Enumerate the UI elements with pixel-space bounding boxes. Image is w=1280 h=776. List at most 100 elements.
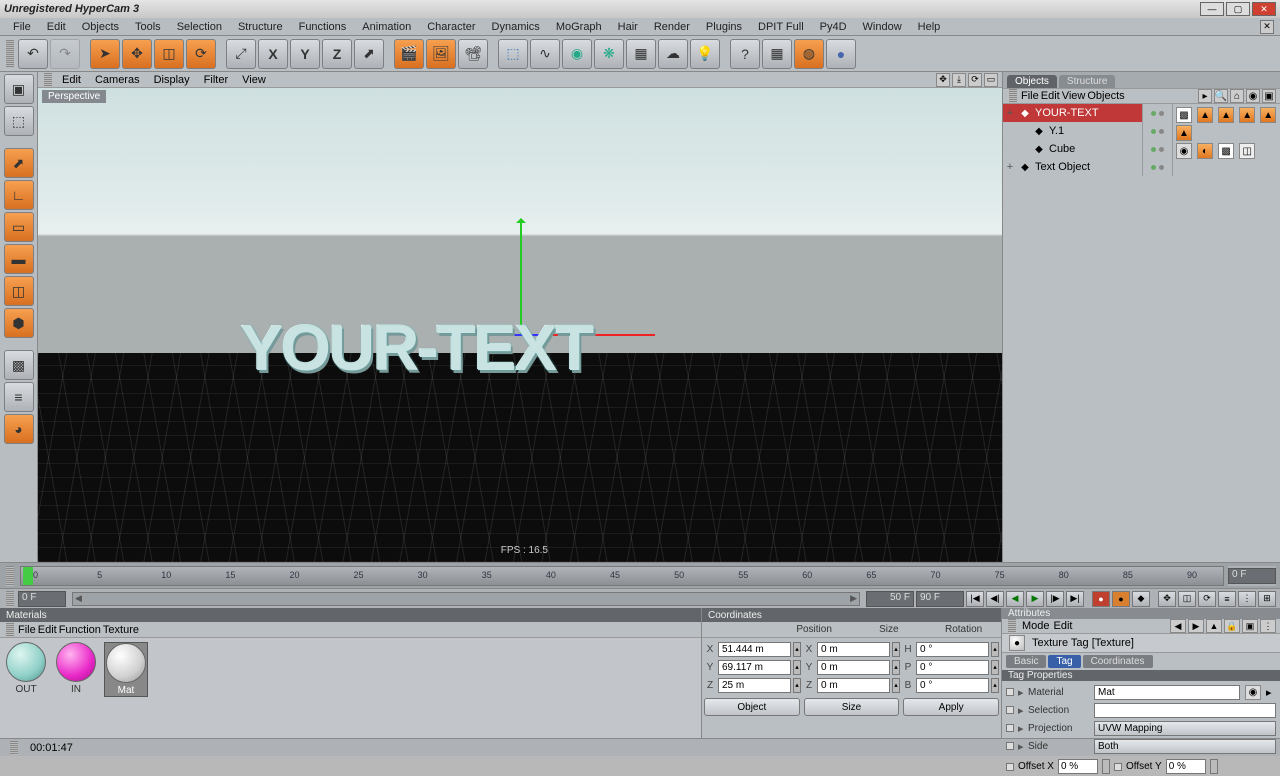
range-end-field[interactable]: 90 F <box>916 591 964 607</box>
view-menu-view[interactable]: View <box>236 74 272 86</box>
coord-field[interactable]: 69.117 m <box>718 660 791 675</box>
menu-structure[interactable]: Structure <box>231 20 290 34</box>
obj-menu-objects[interactable]: Objects <box>1087 90 1124 102</box>
menu-help[interactable]: Help <box>911 20 948 34</box>
edge-mode-button[interactable]: ▭ <box>4 212 34 242</box>
key-scale-button[interactable]: ◫ <box>1178 591 1196 607</box>
obj-expand-icon[interactable]: ▣ <box>1262 89 1276 103</box>
attr-nav-back[interactable]: ◀ <box>1170 619 1186 633</box>
material-link-icon[interactable]: ◉ <box>1245 685 1261 700</box>
obj-search-icon[interactable]: 🔍 <box>1214 89 1228 103</box>
tag-icon[interactable]: ◉ <box>1176 143 1192 159</box>
attr-nav-menu[interactable]: ⋮ <box>1260 619 1276 633</box>
key-param-button[interactable]: ≡ <box>1218 591 1236 607</box>
coord-field[interactable]: 25 m <box>718 678 791 693</box>
content-browser-button[interactable]: ◍ <box>794 39 824 69</box>
camera-light-button[interactable]: 💡 <box>690 39 720 69</box>
prop-field[interactable]: UVW Mapping <box>1094 721 1276 736</box>
object-row[interactable]: +◆Text Object <box>1003 158 1142 176</box>
model-mode-button[interactable]: ⬚ <box>4 106 34 136</box>
obj-nav-button[interactable]: ▸ <box>1198 89 1212 103</box>
environment-button[interactable]: ☁ <box>658 39 688 69</box>
menu-objects[interactable]: Objects <box>75 20 126 34</box>
tag-phong-icon[interactable]: ▲ <box>1239 107 1255 123</box>
coord-apply-button[interactable]: Apply <box>903 698 999 716</box>
object-row[interactable]: ◆Y.1 <box>1003 122 1142 140</box>
key-opt2-button[interactable]: ⊞ <box>1258 591 1276 607</box>
object-visibility-dots[interactable] <box>1143 104 1172 122</box>
menu-render[interactable]: Render <box>647 20 697 34</box>
timeline-ruler[interactable]: 051015202530354045505560657075808590 <box>20 566 1224 586</box>
z-axis-button[interactable]: Z <box>322 39 352 69</box>
close-button[interactable]: ✕ <box>1252 2 1276 16</box>
menu-file[interactable]: File <box>6 20 38 34</box>
object-visibility-dots[interactable] <box>1143 122 1172 140</box>
attr-nav-fwd[interactable]: ▶ <box>1188 619 1204 633</box>
mat-menu-texture[interactable]: Texture <box>103 624 139 636</box>
tag-phong-icon[interactable]: ▲ <box>1260 107 1276 123</box>
x-axis-button[interactable]: X <box>258 39 288 69</box>
mat-menu-function[interactable]: Function <box>59 624 101 636</box>
attr-tab-coordinates[interactable]: Coordinates <box>1083 655 1153 668</box>
tag-icon[interactable]: ◐ <box>1197 143 1213 159</box>
render-settings-button[interactable]: 📽 <box>458 39 488 69</box>
coord-object-combo[interactable]: Object <box>704 698 800 716</box>
attr-nav-up[interactable]: ▲ <box>1206 619 1222 633</box>
plugin-button[interactable]: ● <box>826 39 856 69</box>
menu-hair[interactable]: Hair <box>611 20 645 34</box>
obj-menu-file[interactable]: File <box>1021 90 1039 102</box>
menu-character[interactable]: Character <box>420 20 482 34</box>
tag-phong-icon[interactable]: ▲ <box>1197 107 1213 123</box>
coord-field[interactable]: 0 ° <box>916 678 989 693</box>
obj-menu-view[interactable]: View <box>1062 90 1086 102</box>
rotate-tool[interactable]: ⟳ <box>186 39 216 69</box>
scale-tool[interactable]: ◫ <box>154 39 184 69</box>
offset-x-field[interactable]: 0 % <box>1058 759 1098 774</box>
coord-field[interactable]: 0 m <box>817 642 890 657</box>
object-mode-button[interactable]: ⬢ <box>4 308 34 338</box>
lock-axis-button[interactable]: ⤢ <box>226 39 256 69</box>
polygon-mode-button[interactable]: ▬ <box>4 244 34 274</box>
menu-edit[interactable]: Edit <box>40 20 73 34</box>
tag-phong-icon[interactable]: ▲ <box>1176 125 1192 141</box>
isoline-button[interactable]: ◕ <box>4 414 34 444</box>
object-row[interactable]: ◆Cube <box>1003 140 1142 158</box>
coord-size-combo[interactable]: Size <box>804 698 900 716</box>
spline-button[interactable]: ∿ <box>530 39 560 69</box>
offset-x-spinner[interactable] <box>1102 759 1110 774</box>
attr-nav-new[interactable]: ▣ <box>1242 619 1258 633</box>
coord-field[interactable]: 0 ° <box>916 642 989 657</box>
prop-field[interactable]: Mat <box>1094 685 1240 700</box>
obj-home-icon[interactable]: ⌂ <box>1230 89 1244 103</box>
material-swatch[interactable]: OUT <box>4 642 48 695</box>
menu-tools[interactable]: Tools <box>128 20 168 34</box>
offset-y-field[interactable]: 0 % <box>1166 759 1206 774</box>
next-key-button[interactable]: |▶ <box>1046 591 1064 607</box>
tab-objects[interactable]: Objects <box>1007 75 1057 88</box>
coord-system-button[interactable]: ⬈ <box>354 39 384 69</box>
enable-snap-button[interactable]: ▩ <box>4 350 34 380</box>
obj-eye-icon[interactable]: ◉ <box>1246 89 1260 103</box>
close-doc-button[interactable]: ✕ <box>1260 20 1274 34</box>
attr-menu-edit[interactable]: Edit <box>1054 620 1073 632</box>
attr-tab-basic[interactable]: Basic <box>1006 655 1046 668</box>
menu-window[interactable]: Window <box>856 20 909 34</box>
timeline[interactable]: 051015202530354045505560657075808590 0 F <box>0 562 1280 588</box>
tag-texture-icon[interactable]: ◫ <box>1239 143 1255 159</box>
attr-menu-mode[interactable]: Mode <box>1022 620 1050 632</box>
minimize-button[interactable]: — <box>1200 2 1224 16</box>
object-visibility-dots[interactable] <box>1143 140 1172 158</box>
autokey-button[interactable]: ● <box>1112 591 1130 607</box>
expand-icon[interactable]: + <box>1005 107 1015 119</box>
timeline-playhead[interactable] <box>23 567 33 585</box>
prop-field[interactable]: Both <box>1094 739 1276 754</box>
record-button[interactable]: ● <box>1092 591 1110 607</box>
view-zoom-icon[interactable]: ⤓ <box>952 73 966 87</box>
prop-arrow-icon[interactable]: ▸ <box>1266 686 1276 699</box>
attr-tab-tag[interactable]: Tag <box>1048 655 1080 668</box>
primitive-cube-button[interactable]: ⬚ <box>498 39 528 69</box>
menu-plugins[interactable]: Plugins <box>699 20 749 34</box>
viewport[interactable]: Perspective YOUR-TEXT FPS : 16.5 <box>38 88 1002 562</box>
array-button[interactable]: ❋ <box>594 39 624 69</box>
obj-menu-edit[interactable]: Edit <box>1041 90 1060 102</box>
